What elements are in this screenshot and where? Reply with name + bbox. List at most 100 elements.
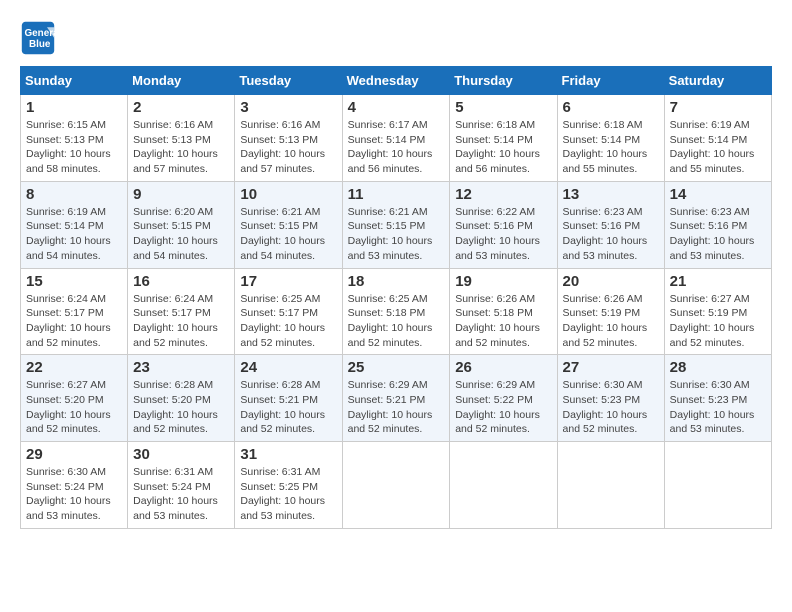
day-number: 16 <box>133 273 229 290</box>
sunset-label: Sunset: 5:18 PM <box>455 307 533 319</box>
daylight-label: Daylight: 10 hours and 53 minutes. <box>348 235 433 262</box>
logo: General Blue <box>20 20 60 56</box>
calendar-cell: 18 Sunrise: 6:25 AM Sunset: 5:18 PM Dayl… <box>342 268 450 355</box>
daylight-label: Daylight: 10 hours and 52 minutes. <box>240 322 325 349</box>
daylight-label: Daylight: 10 hours and 52 minutes. <box>563 322 648 349</box>
day-info: Sunrise: 6:30 AM Sunset: 5:24 PM Dayligh… <box>26 465 122 524</box>
sunset-label: Sunset: 5:14 PM <box>455 134 533 146</box>
day-number: 19 <box>455 273 551 290</box>
daylight-label: Daylight: 10 hours and 56 minutes. <box>455 148 540 175</box>
sunrise-label: Sunrise: 6:30 AM <box>670 379 750 391</box>
sunrise-label: Sunrise: 6:30 AM <box>563 379 643 391</box>
calendar-cell <box>557 442 664 529</box>
sunrise-label: Sunrise: 6:24 AM <box>133 293 213 305</box>
calendar-cell: 26 Sunrise: 6:29 AM Sunset: 5:22 PM Dayl… <box>450 355 557 442</box>
calendar-cell: 23 Sunrise: 6:28 AM Sunset: 5:20 PM Dayl… <box>128 355 235 442</box>
sunrise-label: Sunrise: 6:19 AM <box>670 119 750 131</box>
daylight-label: Daylight: 10 hours and 53 minutes. <box>670 235 755 262</box>
sunset-label: Sunset: 5:23 PM <box>563 394 641 406</box>
daylight-label: Daylight: 10 hours and 56 minutes. <box>348 148 433 175</box>
calendar-cell: 13 Sunrise: 6:23 AM Sunset: 5:16 PM Dayl… <box>557 181 664 268</box>
day-header-wednesday: Wednesday <box>342 67 450 95</box>
daylight-label: Daylight: 10 hours and 53 minutes. <box>563 235 648 262</box>
day-number: 18 <box>348 273 445 290</box>
day-number: 10 <box>240 186 336 203</box>
day-number: 7 <box>670 99 766 116</box>
sunset-label: Sunset: 5:15 PM <box>240 220 318 232</box>
daylight-label: Daylight: 10 hours and 54 minutes. <box>26 235 111 262</box>
day-info: Sunrise: 6:24 AM Sunset: 5:17 PM Dayligh… <box>26 292 122 351</box>
sunrise-label: Sunrise: 6:29 AM <box>348 379 428 391</box>
sunset-label: Sunset: 5:14 PM <box>348 134 426 146</box>
day-info: Sunrise: 6:23 AM Sunset: 5:16 PM Dayligh… <box>563 205 659 264</box>
calendar-cell: 5 Sunrise: 6:18 AM Sunset: 5:14 PM Dayli… <box>450 95 557 182</box>
sunrise-label: Sunrise: 6:30 AM <box>26 466 106 478</box>
sunset-label: Sunset: 5:16 PM <box>455 220 533 232</box>
sunrise-label: Sunrise: 6:21 AM <box>348 206 428 218</box>
day-header-sunday: Sunday <box>21 67 128 95</box>
day-number: 13 <box>563 186 659 203</box>
sunrise-label: Sunrise: 6:26 AM <box>455 293 535 305</box>
daylight-label: Daylight: 10 hours and 52 minutes. <box>240 409 325 436</box>
sunrise-label: Sunrise: 6:31 AM <box>240 466 320 478</box>
calendar-cell: 25 Sunrise: 6:29 AM Sunset: 5:21 PM Dayl… <box>342 355 450 442</box>
sunrise-label: Sunrise: 6:25 AM <box>348 293 428 305</box>
sunset-label: Sunset: 5:24 PM <box>26 481 104 493</box>
sunset-label: Sunset: 5:19 PM <box>563 307 641 319</box>
day-number: 15 <box>26 273 122 290</box>
days-header-row: SundayMondayTuesdayWednesdayThursdayFrid… <box>21 67 772 95</box>
calendar-cell: 29 Sunrise: 6:30 AM Sunset: 5:24 PM Dayl… <box>21 442 128 529</box>
calendar-cell: 22 Sunrise: 6:27 AM Sunset: 5:20 PM Dayl… <box>21 355 128 442</box>
sunrise-label: Sunrise: 6:22 AM <box>455 206 535 218</box>
calendar-cell: 8 Sunrise: 6:19 AM Sunset: 5:14 PM Dayli… <box>21 181 128 268</box>
sunrise-label: Sunrise: 6:23 AM <box>563 206 643 218</box>
calendar-table: SundayMondayTuesdayWednesdayThursdayFrid… <box>20 66 772 529</box>
day-info: Sunrise: 6:19 AM Sunset: 5:14 PM Dayligh… <box>26 205 122 264</box>
calendar-cell <box>450 442 557 529</box>
daylight-label: Daylight: 10 hours and 54 minutes. <box>133 235 218 262</box>
calendar-cell: 16 Sunrise: 6:24 AM Sunset: 5:17 PM Dayl… <box>128 268 235 355</box>
calendar-cell: 4 Sunrise: 6:17 AM Sunset: 5:14 PM Dayli… <box>342 95 450 182</box>
daylight-label: Daylight: 10 hours and 52 minutes. <box>26 322 111 349</box>
sunrise-label: Sunrise: 6:21 AM <box>240 206 320 218</box>
day-number: 1 <box>26 99 122 116</box>
day-number: 29 <box>26 446 122 463</box>
day-number: 14 <box>670 186 766 203</box>
sunrise-label: Sunrise: 6:24 AM <box>26 293 106 305</box>
calendar-cell: 21 Sunrise: 6:27 AM Sunset: 5:19 PM Dayl… <box>664 268 771 355</box>
calendar-cell: 20 Sunrise: 6:26 AM Sunset: 5:19 PM Dayl… <box>557 268 664 355</box>
daylight-label: Daylight: 10 hours and 53 minutes. <box>133 495 218 522</box>
calendar-cell: 9 Sunrise: 6:20 AM Sunset: 5:15 PM Dayli… <box>128 181 235 268</box>
day-header-friday: Friday <box>557 67 664 95</box>
day-info: Sunrise: 6:25 AM Sunset: 5:18 PM Dayligh… <box>348 292 445 351</box>
daylight-label: Daylight: 10 hours and 52 minutes. <box>26 409 111 436</box>
day-number: 17 <box>240 273 336 290</box>
day-info: Sunrise: 6:21 AM Sunset: 5:15 PM Dayligh… <box>240 205 336 264</box>
day-info: Sunrise: 6:24 AM Sunset: 5:17 PM Dayligh… <box>133 292 229 351</box>
day-number: 27 <box>563 359 659 376</box>
calendar-cell: 30 Sunrise: 6:31 AM Sunset: 5:24 PM Dayl… <box>128 442 235 529</box>
sunrise-label: Sunrise: 6:18 AM <box>563 119 643 131</box>
sunset-label: Sunset: 5:21 PM <box>348 394 426 406</box>
sunset-label: Sunset: 5:20 PM <box>26 394 104 406</box>
calendar-cell: 27 Sunrise: 6:30 AM Sunset: 5:23 PM Dayl… <box>557 355 664 442</box>
sunset-label: Sunset: 5:21 PM <box>240 394 318 406</box>
day-number: 21 <box>670 273 766 290</box>
day-number: 23 <box>133 359 229 376</box>
sunrise-label: Sunrise: 6:16 AM <box>133 119 213 131</box>
day-header-thursday: Thursday <box>450 67 557 95</box>
day-info: Sunrise: 6:30 AM Sunset: 5:23 PM Dayligh… <box>563 378 659 437</box>
day-info: Sunrise: 6:31 AM Sunset: 5:25 PM Dayligh… <box>240 465 336 524</box>
sunset-label: Sunset: 5:14 PM <box>26 220 104 232</box>
sunrise-label: Sunrise: 6:27 AM <box>670 293 750 305</box>
sunrise-label: Sunrise: 6:18 AM <box>455 119 535 131</box>
sunset-label: Sunset: 5:15 PM <box>133 220 211 232</box>
sunset-label: Sunset: 5:20 PM <box>133 394 211 406</box>
day-info: Sunrise: 6:28 AM Sunset: 5:20 PM Dayligh… <box>133 378 229 437</box>
sunrise-label: Sunrise: 6:15 AM <box>26 119 106 131</box>
calendar-cell: 3 Sunrise: 6:16 AM Sunset: 5:13 PM Dayli… <box>235 95 342 182</box>
sunset-label: Sunset: 5:13 PM <box>133 134 211 146</box>
day-number: 24 <box>240 359 336 376</box>
day-number: 28 <box>670 359 766 376</box>
sunrise-label: Sunrise: 6:28 AM <box>240 379 320 391</box>
